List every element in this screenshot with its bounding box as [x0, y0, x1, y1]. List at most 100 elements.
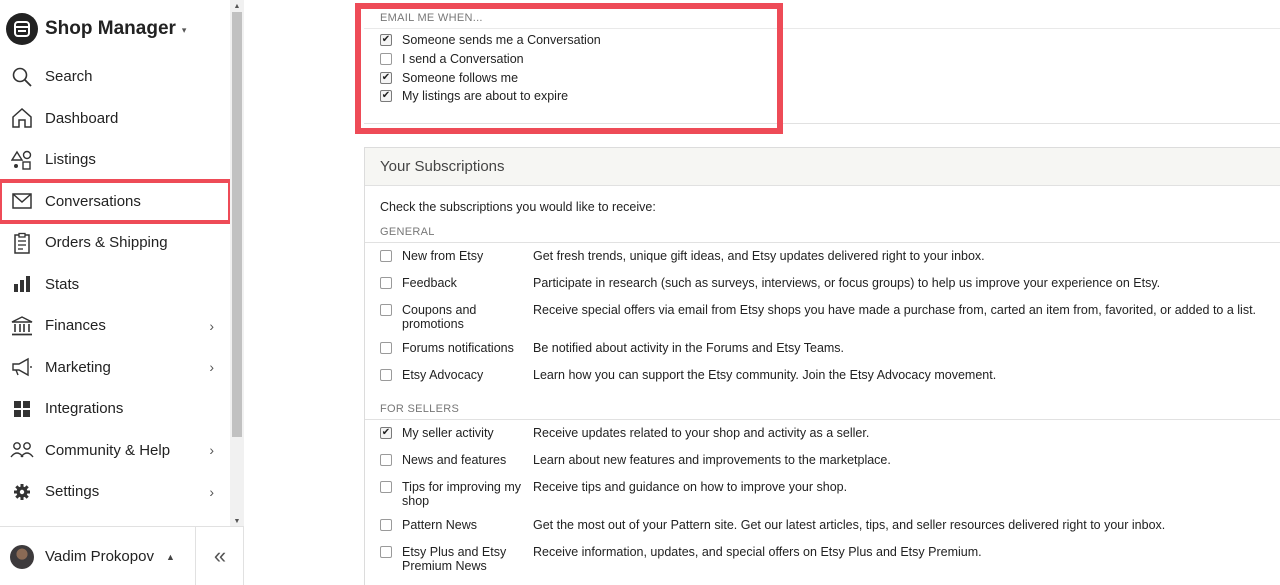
checkbox[interactable]: [380, 53, 392, 66]
shop-manager-logo-icon: [6, 13, 38, 45]
sidebar-item-label: Integrations: [45, 400, 124, 418]
subscription-row-etsy-plus-and-etsy-premium-news: Etsy Plus and Etsy Premium News Receive i…: [380, 545, 1280, 573]
sidebar-scrollbar[interactable]: ▲ ▼: [230, 0, 244, 527]
subscription-description: Receive updates related to your shop and…: [533, 426, 870, 440]
email-option-label: Someone follows me: [402, 70, 519, 85]
sidebar-item-label: Stats: [45, 275, 80, 293]
subscription-name: Tips for improving my shop: [402, 480, 522, 508]
email-settings-card: EMAIL ME WHEN... ✔ Someone sends me a Con…: [364, 0, 1280, 124]
group-label-general: GENERAL: [380, 226, 435, 238]
subscription-name: Pattern News: [402, 518, 478, 532]
sidebar-item-settings[interactable]: Settings ›: [0, 471, 230, 513]
sidebar-item-marketing[interactable]: Marketing ›: [0, 347, 230, 389]
chevron-right-icon: ›: [209, 442, 214, 459]
checkbox[interactable]: [380, 250, 392, 262]
collapse-sidebar-button[interactable]: «: [196, 527, 244, 585]
sidebar-item-orders-and-shipping[interactable]: Orders & Shipping: [0, 222, 230, 264]
bank-icon: [10, 314, 34, 338]
scrollbar-thumb[interactable]: [232, 12, 242, 437]
email-option-i-send-a-conversation: I send a Conversation: [380, 50, 601, 69]
sidebar-item-label: Settings: [45, 483, 100, 501]
sidebar-item-listings[interactable]: Listings: [0, 139, 230, 181]
sidebar-item-conversations[interactable]: Conversations: [0, 178, 232, 224]
bar-chart-icon: [10, 272, 34, 296]
subscription-description: Learn how you can support the Etsy commu…: [533, 368, 997, 382]
sidebar-item-stats[interactable]: Stats: [0, 264, 230, 306]
checkbox[interactable]: [380, 546, 392, 558]
caret-down-icon: ▾: [181, 25, 187, 35]
checkbox[interactable]: ✔: [380, 34, 392, 47]
sidebar-item-label: Marketing: [45, 358, 111, 376]
sidebar-item-search[interactable]: Search: [0, 56, 230, 98]
divider: [364, 28, 1280, 29]
sidebar-footer: Vadim Prokopov ▲ «: [0, 526, 244, 585]
subscription-row-feedback: Feedback Participate in research (such as…: [380, 276, 1280, 290]
sidebar-item-label: Community & Help: [45, 441, 171, 459]
chevron-right-icon: ›: [209, 317, 214, 334]
search-icon: [10, 65, 34, 89]
email-option-label: My listings are about to expire: [402, 89, 569, 104]
scroll-up-icon[interactable]: ▲: [230, 0, 244, 12]
sidebar-item-finances[interactable]: Finances ›: [0, 305, 230, 347]
subscription-row-etsy-advocacy: Etsy Advocacy Learn how you can support t…: [380, 368, 1280, 382]
subscription-description: Get fresh trends, unique gift ideas, and…: [533, 249, 985, 263]
checkbox[interactable]: [380, 304, 392, 316]
caret-up-icon: ▲: [165, 551, 175, 562]
chevron-right-icon: ›: [209, 359, 214, 376]
checkbox[interactable]: ✔: [380, 71, 392, 84]
people-icon: [10, 438, 34, 462]
email-options-list: ✔ Someone sends me a Conversation I send a…: [380, 31, 601, 106]
checkbox[interactable]: [380, 342, 392, 354]
subscriptions-intro: Check the subscriptions you would like t…: [380, 200, 656, 214]
divider: [365, 242, 1280, 243]
sidebar: Shop Manager ▾ Search Dashboard Listings Co…: [0, 0, 244, 585]
user-name: Vadim Prokopov: [45, 548, 154, 565]
chevron-right-icon: ›: [209, 483, 214, 500]
sidebar-item-dashboard[interactable]: Dashboard: [0, 98, 230, 140]
subscription-name: New from Etsy: [402, 249, 484, 263]
subscriptions-card: Your Subscriptions Check the subscriptio…: [364, 147, 1280, 585]
subscription-row-coupons-and-promotions: Coupons and promotions Receive special of…: [380, 303, 1280, 331]
subscription-name: Etsy Plus and Etsy Premium News: [402, 545, 507, 573]
checkbox[interactable]: [380, 519, 392, 531]
home-icon: [10, 106, 34, 130]
sidebar-item-community-and-help[interactable]: Community & Help ›: [0, 430, 230, 472]
divider: [365, 419, 1280, 420]
subscriptions-title: Your Subscriptions: [365, 148, 1280, 186]
checkbox[interactable]: [380, 277, 392, 289]
subscription-row-my-seller-activity: ✔ My seller activity Receive updates relat…: [380, 426, 1280, 440]
shop-manager-menu[interactable]: Shop Manager ▾: [6, 12, 186, 46]
checkbox[interactable]: [380, 369, 392, 381]
grid-icon: [10, 397, 34, 421]
checkbox[interactable]: ✔: [380, 427, 392, 439]
email-option-label: I send a Conversation: [402, 52, 524, 67]
sidebar-item-label: Orders & Shipping: [45, 234, 168, 252]
clipboard-icon: [10, 231, 34, 255]
subscription-description: Receive tips and guidance on how to impr…: [533, 480, 848, 494]
subscription-description: Learn about new features and improvement…: [533, 453, 891, 467]
subscription-description: Receive special offers via email from Et…: [533, 303, 1257, 317]
sidebar-item-label: Finances: [45, 317, 106, 335]
avatar: [10, 544, 34, 569]
sidebar-item-label: Listings: [45, 151, 96, 169]
checkbox[interactable]: [380, 454, 392, 466]
gear-icon: [10, 480, 34, 504]
checkbox[interactable]: ✔: [380, 90, 392, 103]
subscription-description: Be notified about activity in the Forums…: [533, 341, 845, 355]
shapes-icon: [10, 148, 34, 172]
subscription-row-pattern-news: Pattern News Get the most out of your Pat…: [380, 518, 1280, 532]
subscription-name: Forums notifications: [402, 341, 514, 355]
sidebar-item-integrations[interactable]: Integrations: [0, 388, 230, 430]
email-option-someone-follows-me: ✔ Someone follows me: [380, 68, 601, 87]
envelope-icon: [10, 189, 34, 213]
email-option-label: Someone sends me a Conversation: [402, 33, 601, 48]
sidebar-item-label: Dashboard: [45, 109, 119, 127]
subscription-description: Receive information, updates, and specia…: [533, 545, 982, 559]
megaphone-icon: [10, 355, 34, 379]
user-menu[interactable]: Vadim Prokopov ▲: [0, 527, 196, 585]
subscription-name: Feedback: [402, 276, 457, 290]
group-label-for-sellers: FOR SELLERS: [380, 403, 460, 415]
subscription-row-tips-for-improving-my-shop: Tips for improving my shop Receive tips a…: [380, 480, 1280, 508]
checkbox[interactable]: [380, 481, 392, 493]
main-content: EMAIL ME WHEN... ✔ Someone sends me a Con…: [244, 0, 1280, 585]
